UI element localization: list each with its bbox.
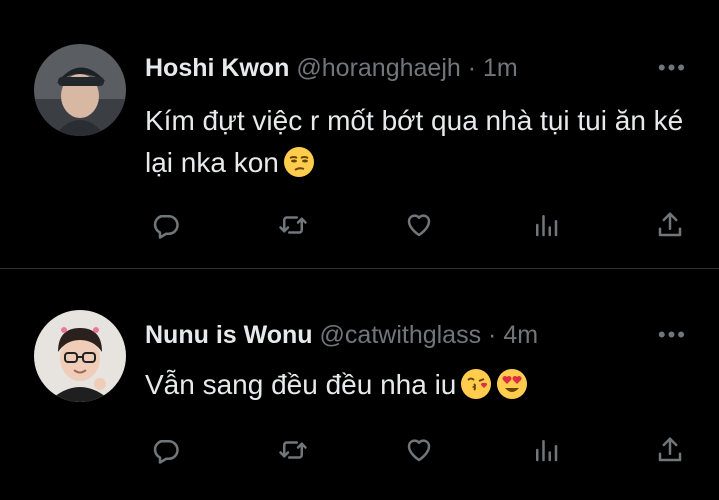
tweet-text: Kím đựt việc r mốt bớt qua nhà tụi tui ă… (145, 100, 705, 184)
divider (0, 268, 719, 269)
smiling-face-with-heart-eyes-icon (497, 369, 528, 399)
avatar[interactable] (34, 44, 126, 136)
tweet-text: Vẫn sang đều đều nha iu (145, 364, 705, 406)
separator: · (488, 321, 497, 349)
tweet-actions (145, 430, 690, 470)
retweet-icon[interactable] (273, 205, 313, 245)
views-icon[interactable] (526, 430, 566, 470)
views-icon[interactable] (526, 205, 566, 245)
reply-icon[interactable] (145, 205, 185, 245)
tweet[interactable]: Nunu is Wonu @catwithglass · 4m ••• Vẫn … (0, 270, 719, 500)
display-name[interactable]: Hoshi Kwon (145, 54, 289, 82)
tweet-header: Hoshi Kwon @horanghaejh · 1m (145, 53, 518, 83)
like-icon[interactable] (399, 205, 439, 245)
tweet-actions (145, 205, 690, 245)
timestamp[interactable]: 1m (483, 54, 518, 82)
retweet-icon[interactable] (273, 430, 313, 470)
unamused-face-icon (283, 147, 314, 177)
avatar[interactable] (34, 310, 126, 402)
face-blowing-kiss-icon (461, 369, 492, 399)
tweet[interactable]: Hoshi Kwon @horanghaejh · 1m ••• Kím đựt… (0, 0, 719, 268)
tweet-text-content: Kím đựt việc r mốt bớt qua nhà tụi tui ă… (145, 105, 684, 178)
tweet-header: Nunu is Wonu @catwithglass · 4m (145, 320, 538, 350)
user-handle[interactable]: @horanghaejh (296, 54, 460, 82)
separator: · (467, 54, 477, 82)
share-icon[interactable] (650, 205, 690, 245)
share-icon[interactable] (650, 430, 690, 470)
like-icon[interactable] (399, 430, 439, 470)
more-options-icon[interactable]: ••• (658, 322, 687, 348)
reply-icon[interactable] (145, 430, 185, 470)
user-handle[interactable]: @catwithglass (320, 321, 482, 349)
timestamp[interactable]: 4m (503, 321, 538, 349)
more-options-icon[interactable]: ••• (658, 55, 687, 81)
display-name[interactable]: Nunu is Wonu (145, 321, 313, 349)
tweet-text-content: Vẫn sang đều đều nha iu (145, 369, 457, 400)
